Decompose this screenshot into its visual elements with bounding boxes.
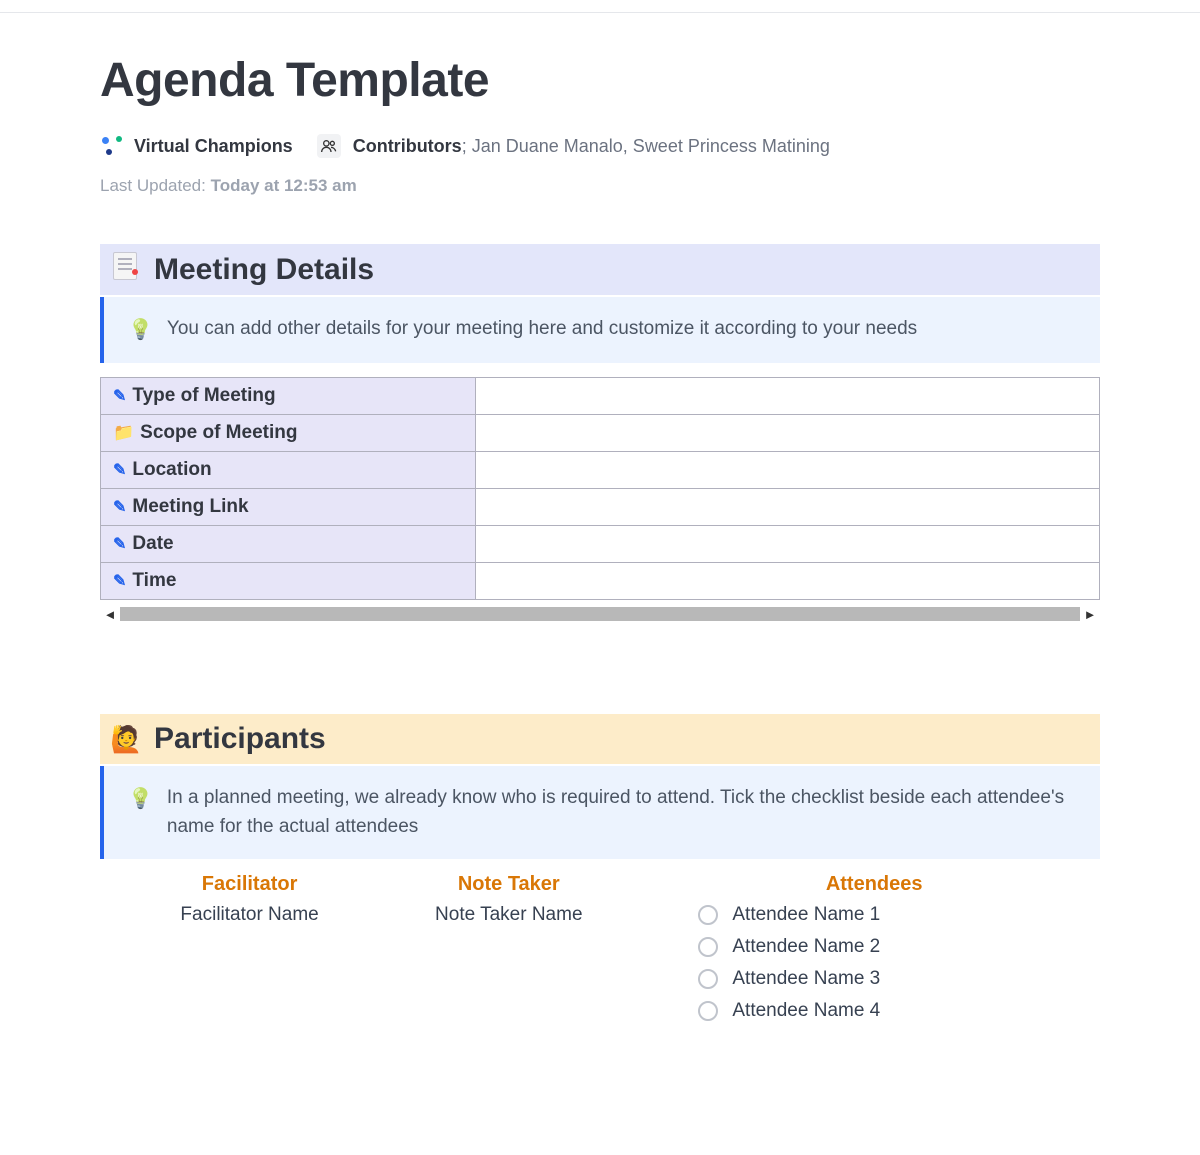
last-updated: Last Updated: Today at 12:53 am [100,176,1100,196]
note-taker-column: Note Taker Note Taker Name [379,873,638,1032]
pencil-icon: ✎ [113,462,126,479]
horizontal-scrollbar[interactable]: ◄ ► [100,604,1100,624]
detail-value-cell[interactable] [475,526,1099,563]
facilitator-label: Facilitator [120,873,379,896]
facilitator-name[interactable]: Facilitator Name [120,904,379,926]
attendee-row: Attendee Name 3 [698,968,1080,990]
detail-label: Scope of Meeting [140,422,297,443]
last-updated-value: Today at 12:53 am [211,176,357,195]
pencil-icon: ✎ [113,573,126,590]
attendee-checkbox[interactable] [698,937,718,957]
detail-label-cell[interactable]: ✎ Meeting Link [101,489,476,526]
meeting-details-table: ✎ Type of Meeting 📁 Scope of Meeting ✎ Locati… [100,377,1100,600]
tip-box-participants: 💡 In a planned meeting, we already know … [100,766,1100,859]
folder-icon: 📁 [113,423,134,442]
detail-label-cell[interactable]: ✎ Type of Meeting [101,378,476,415]
raising-hand-icon: 🙋 [110,724,140,755]
bulb-icon: 💡 [128,784,153,814]
attendee-row: Attendee Name 4 [698,1000,1080,1022]
meta-row: Virtual Champions Contributors; Jan Duan… [100,134,1100,158]
attendee-row: Attendee Name 1 [698,904,1080,926]
detail-label: Location [132,459,211,480]
section-title-participants: Participants [154,722,326,756]
document-container: Agenda Template Virtual Champions Contri… [0,53,1200,1032]
attendee-name[interactable]: Attendee Name 1 [732,904,880,926]
detail-label: Type of Meeting [132,385,275,406]
contributors-list: Jan Duane Manalo, Sweet Princess Matinin… [472,136,830,156]
pencil-icon: ✎ [113,536,126,553]
attendees-label: Attendees [668,873,1080,896]
attendee-checkbox[interactable] [698,1001,718,1021]
scroll-right-icon[interactable]: ► [1080,605,1100,623]
tip-box-meeting-details: 💡 You can add other details for your mee… [100,297,1100,363]
tip-text-participants: In a planned meeting, we already know wh… [167,784,1076,841]
detail-label: Time [132,570,176,591]
table-row: ✎ Date [101,526,1100,563]
team-logo-icon [100,135,122,157]
contributors-icon [317,134,341,158]
attendee-checkbox[interactable] [698,905,718,925]
section-title-meeting-details: Meeting Details [154,253,374,287]
table-row: 📁 Scope of Meeting [101,415,1100,452]
pencil-icon: ✎ [113,388,126,405]
note-taker-name[interactable]: Note Taker Name [379,904,638,926]
detail-label: Meeting Link [132,496,248,517]
attendee-name[interactable]: Attendee Name 4 [732,1000,880,1022]
memo-icon [110,252,140,287]
detail-value-cell[interactable] [475,378,1099,415]
attendee-name[interactable]: Attendee Name 3 [732,968,880,990]
detail-label-cell[interactable]: ✎ Date [101,526,476,563]
attendees-column: Attendees Attendee Name 1 Attendee Name 2… [638,873,1080,1032]
detail-label-cell[interactable]: ✎ Location [101,452,476,489]
detail-value-cell[interactable] [475,452,1099,489]
page-title: Agenda Template [100,53,1100,108]
attendee-checkbox[interactable] [698,969,718,989]
facilitator-column: Facilitator Facilitator Name [120,873,379,1032]
detail-label: Date [132,533,173,554]
top-divider [0,12,1200,13]
table-row: ✎ Time [101,563,1100,600]
participants-grid: Facilitator Facilitator Name Note Taker … [100,873,1100,1032]
detail-value-cell[interactable] [475,415,1099,452]
section-header-participants: 🙋 Participants [100,714,1100,764]
attendee-row: Attendee Name 2 [698,936,1080,958]
tip-text-meeting-details: You can add other details for your meeti… [167,315,917,344]
scroll-thumb[interactable] [120,607,1080,621]
pencil-icon: ✎ [113,499,126,516]
scroll-left-icon[interactable]: ◄ [100,605,120,623]
contributors-label: Contributors [353,136,462,156]
table-row: ✎ Location [101,452,1100,489]
table-row: ✎ Meeting Link [101,489,1100,526]
detail-label-cell[interactable]: 📁 Scope of Meeting [101,415,476,452]
section-header-meeting-details: Meeting Details [100,244,1100,295]
attendee-name[interactable]: Attendee Name 2 [732,936,880,958]
detail-value-cell[interactable] [475,563,1099,600]
table-row: ✎ Type of Meeting [101,378,1100,415]
bulb-icon: 💡 [128,315,153,345]
team-name: Virtual Champions [134,136,293,157]
detail-value-cell[interactable] [475,489,1099,526]
detail-label-cell[interactable]: ✎ Time [101,563,476,600]
last-updated-label: Last Updated: [100,176,206,195]
note-taker-label: Note Taker [379,873,638,896]
